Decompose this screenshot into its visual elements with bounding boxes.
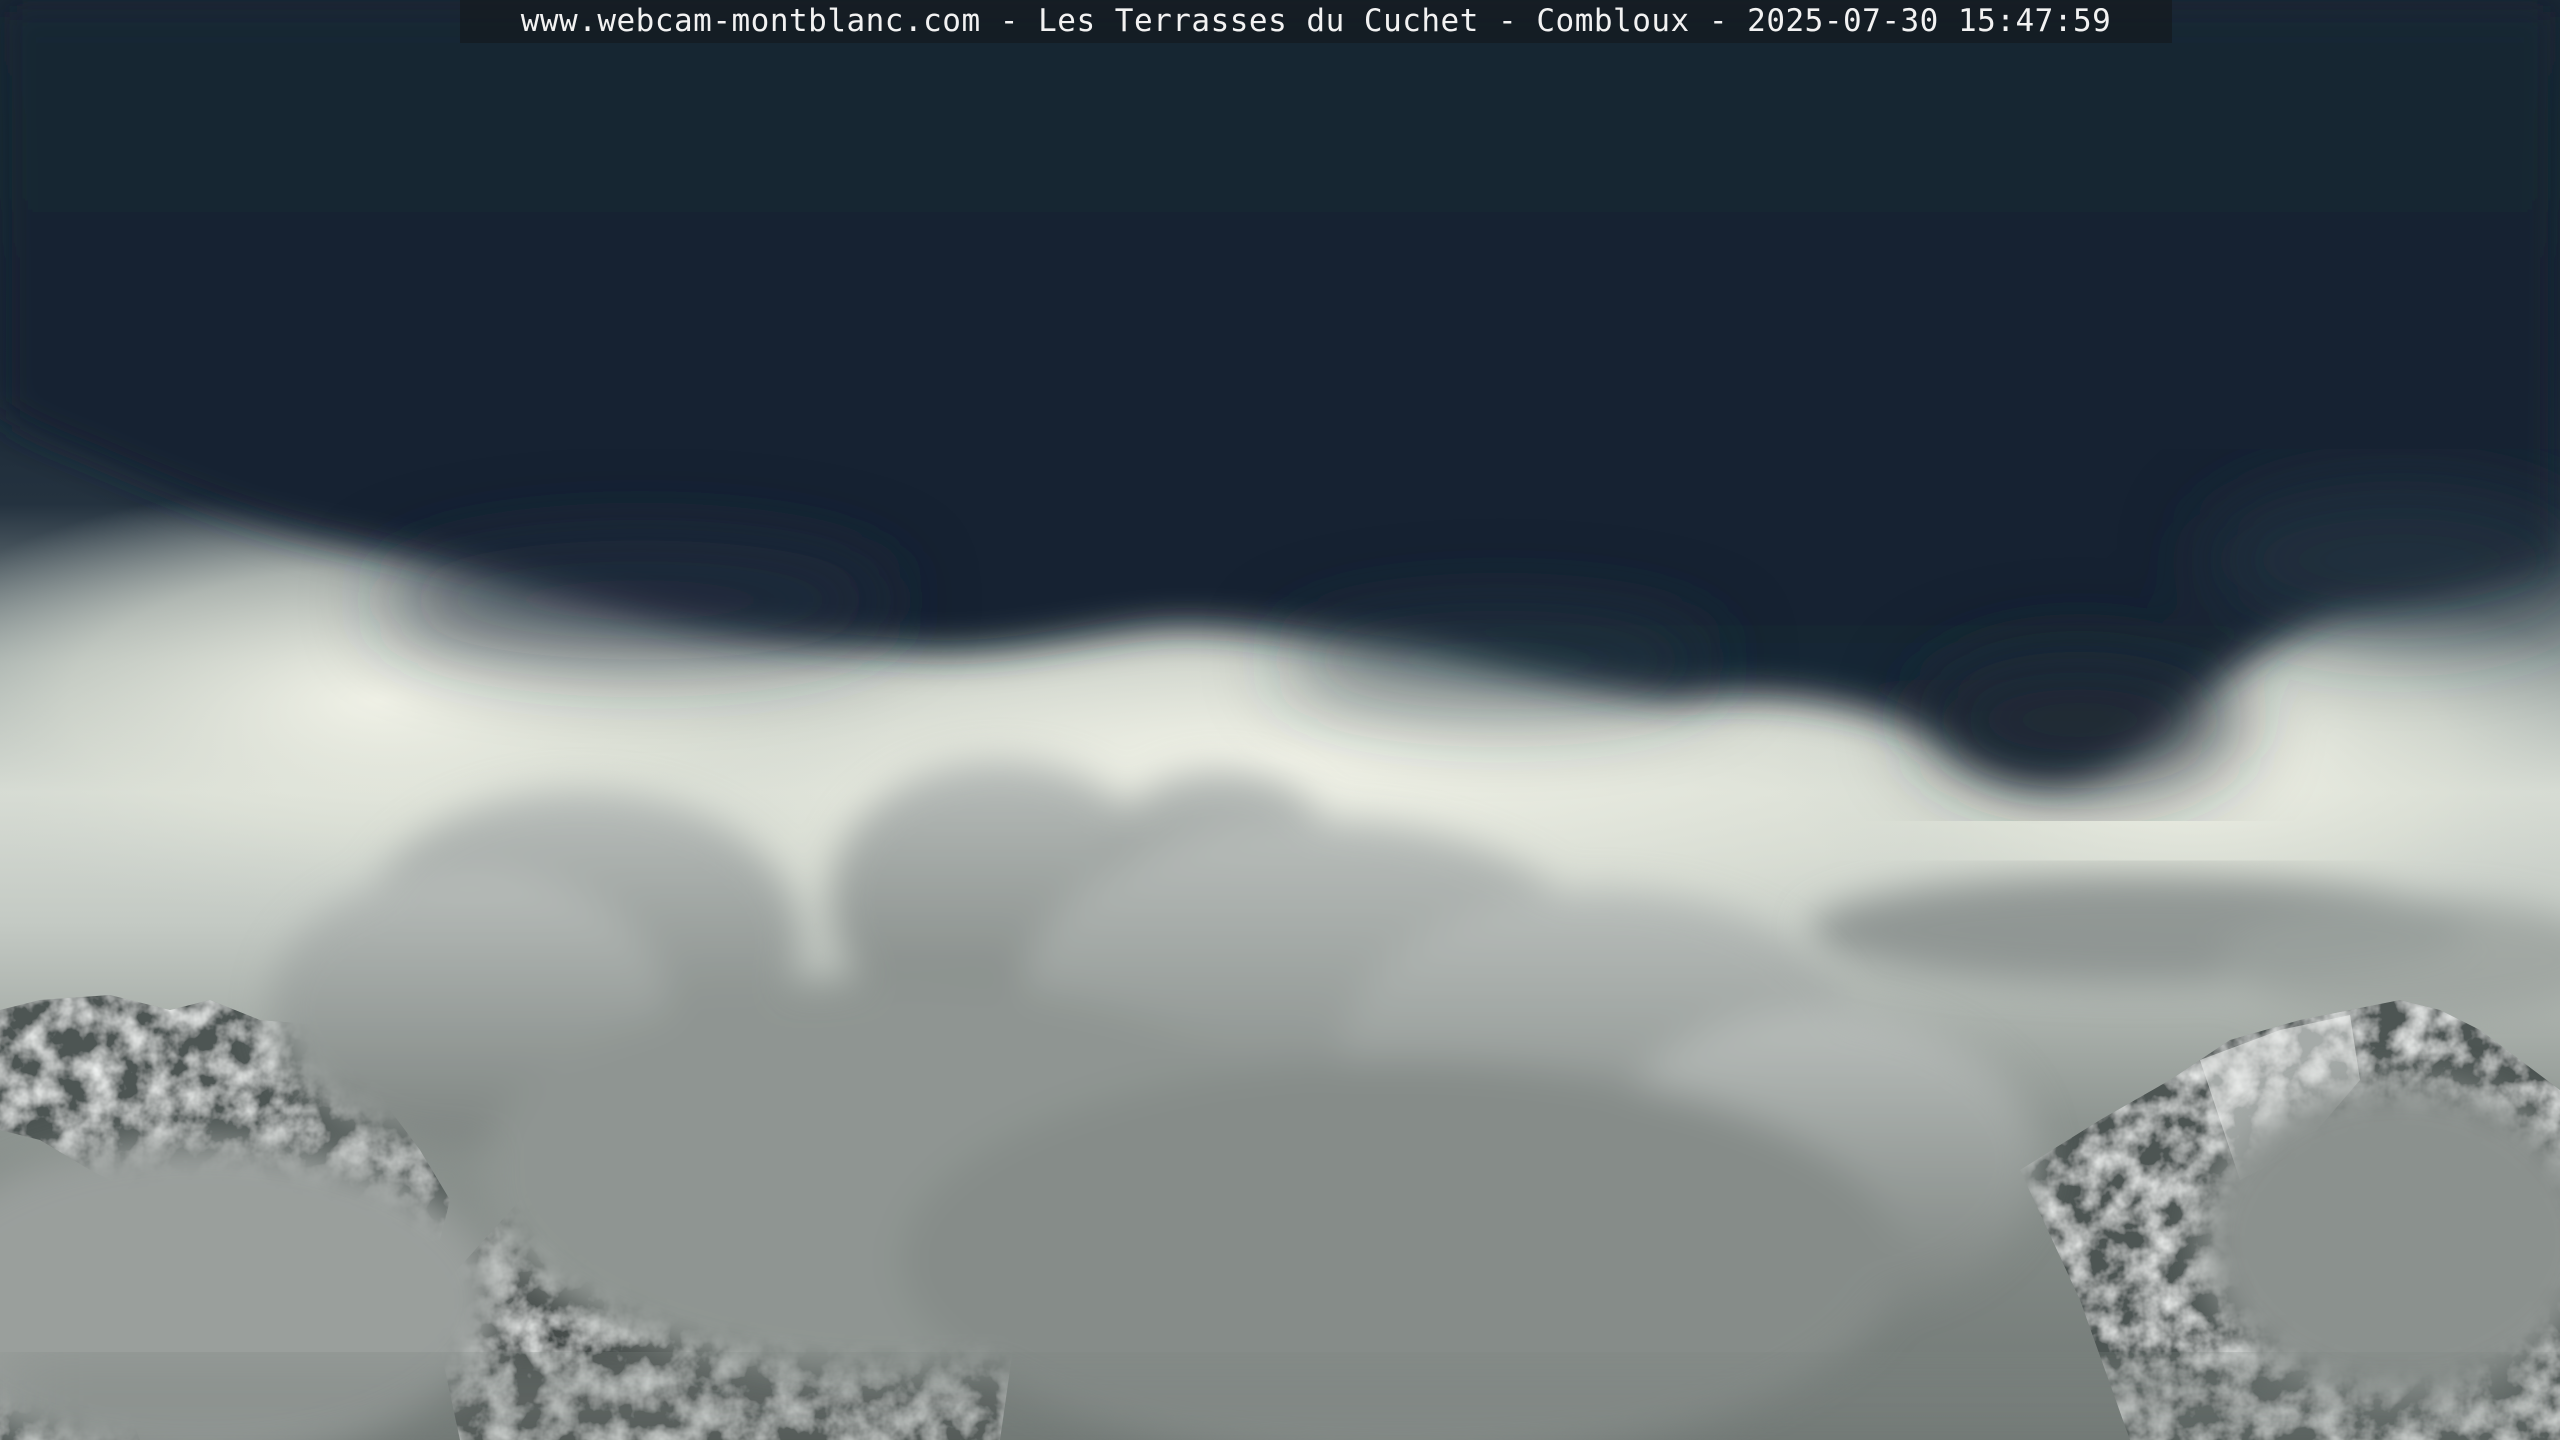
mountain-cloud-scene — [0, 0, 2560, 1440]
foreground-haze — [0, 1360, 2560, 1440]
webcam-caption: www.webcam-montblanc.com - Les Terrasses… — [460, 0, 2172, 43]
webcam-frame: www.webcam-montblanc.com - Les Terrasses… — [0, 0, 2560, 1440]
